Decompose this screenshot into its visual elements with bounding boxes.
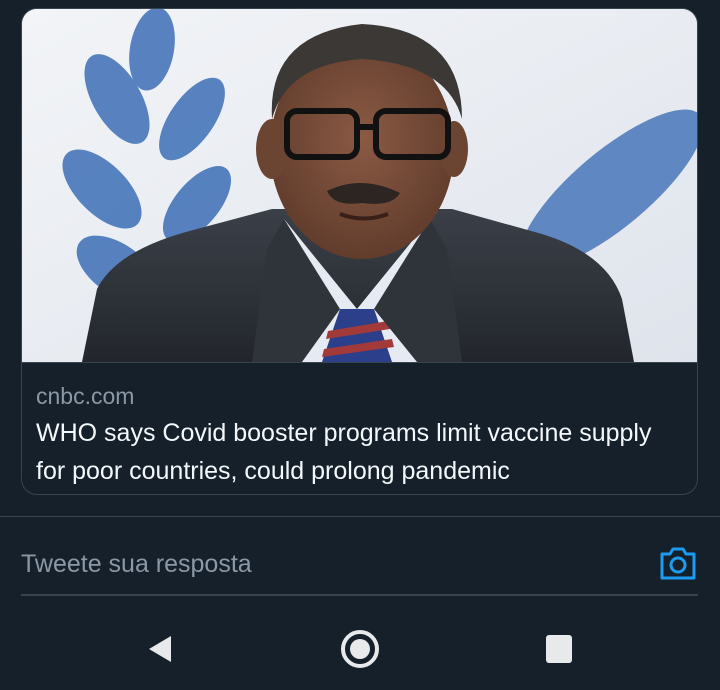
link-title[interactable]: WHO says Covid booster programs limit va… (36, 414, 686, 490)
link-domain: cnbc.com (36, 383, 135, 409)
reply-input[interactable]: Tweete sua resposta (21, 544, 621, 584)
camera-icon[interactable] (659, 545, 697, 581)
recent-apps-square-icon[interactable] (546, 635, 572, 668)
divider (0, 516, 720, 517)
article-image[interactable] (22, 9, 697, 362)
reply-underline (21, 594, 698, 596)
home-circle-icon[interactable] (339, 628, 381, 675)
article-photo (22, 9, 697, 362)
link-meta[interactable]: cnbc.com WHO says Covid booster programs… (22, 362, 697, 494)
link-preview-card[interactable]: cnbc.com WHO says Covid booster programs… (21, 8, 698, 495)
back-triangle-icon[interactable] (147, 634, 173, 669)
